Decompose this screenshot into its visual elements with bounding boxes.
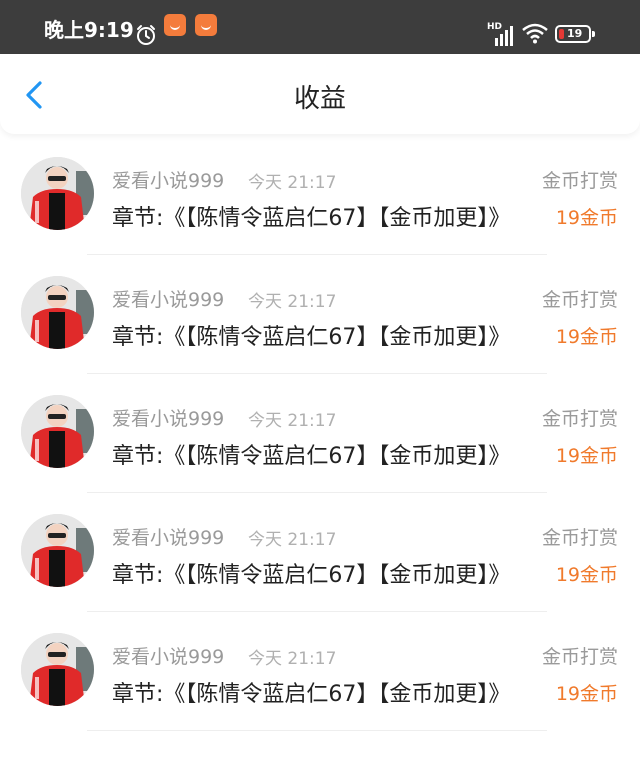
chapter-title: 章节:《【陈情令蓝启仁67】【金币加更】》: [112, 206, 511, 231]
avatar: [21, 157, 94, 230]
list-item[interactable]: 爱看小说999 今天 21:17 金币打赏 章节:《【陈情令蓝启仁67】【金币加…: [0, 626, 640, 745]
timestamp: 今天 21:17: [248, 173, 337, 193]
avatar: [21, 633, 94, 706]
chapter-title: 章节:《【陈情令蓝启仁67】【金币加更】》: [112, 682, 511, 707]
reward-type: 金币打赏: [541, 289, 618, 311]
list-item[interactable]: 爱看小说999 今天 21:17 金币打赏 章节:《【陈情令蓝启仁67】【金币加…: [0, 150, 640, 269]
list-item[interactable]: 爱看小说999 今天 21:17 金币打赏 章节:《【陈情令蓝启仁67】【金币加…: [0, 269, 640, 388]
chapter-title: 章节:《【陈情令蓝启仁67】【金币加更】》: [112, 325, 511, 350]
page-header: 收益: [0, 54, 640, 134]
avatar: [21, 276, 94, 349]
timestamp: 今天 21:17: [248, 530, 337, 550]
coin-amount: 19金币: [555, 564, 618, 586]
coin-amount: 19金币: [555, 445, 618, 467]
page-title: 收益: [293, 84, 346, 114]
coin-amount: 19金币: [555, 683, 618, 705]
signal-icon: [495, 26, 513, 46]
username: 爱看小说999: [112, 646, 225, 668]
avatar: [21, 395, 94, 468]
timestamp: 今天 21:17: [248, 292, 337, 312]
divider: [87, 254, 547, 255]
divider: [87, 611, 547, 612]
timestamp: 今天 21:17: [248, 649, 337, 669]
app-notification-icon: [164, 14, 186, 36]
wifi-icon: [522, 23, 548, 44]
earnings-list: 爱看小说999 今天 21:17 金币打赏 章节:《【陈情令蓝启仁67】【金币加…: [0, 150, 640, 745]
alarm-icon: [137, 25, 155, 45]
chapter-title: 章节:《【陈情令蓝启仁67】【金币加更】》: [112, 563, 511, 588]
divider: [87, 373, 547, 374]
avatar: [21, 514, 94, 587]
reward-type: 金币打赏: [541, 408, 618, 430]
reward-type: 金币打赏: [541, 527, 618, 549]
battery-level: 19: [567, 27, 583, 40]
coin-amount: 19金币: [555, 207, 618, 229]
list-item[interactable]: 爱看小说999 今天 21:17 金币打赏 章节:《【陈情令蓝启仁67】【金币加…: [0, 507, 640, 626]
username: 爱看小说999: [112, 170, 225, 192]
divider: [87, 730, 547, 731]
reward-type: 金币打赏: [541, 170, 618, 192]
chapter-title: 章节:《【陈情令蓝启仁67】【金币加更】》: [112, 444, 511, 469]
status-time: 晚上9:19: [44, 18, 134, 42]
list-item[interactable]: 爱看小说999 今天 21:17 金币打赏 章节:《【陈情令蓝启仁67】【金币加…: [0, 388, 640, 507]
username: 爱看小说999: [112, 289, 225, 311]
app-notification-icon: [195, 14, 217, 36]
status-bar: 晚上9:19 HD 19: [0, 0, 640, 54]
divider: [87, 492, 547, 493]
coin-amount: 19金币: [555, 326, 618, 348]
username: 爱看小说999: [112, 527, 225, 549]
reward-type: 金币打赏: [541, 646, 618, 668]
battery-icon: 19: [555, 25, 595, 43]
username: 爱看小说999: [112, 408, 225, 430]
timestamp: 今天 21:17: [248, 411, 337, 431]
